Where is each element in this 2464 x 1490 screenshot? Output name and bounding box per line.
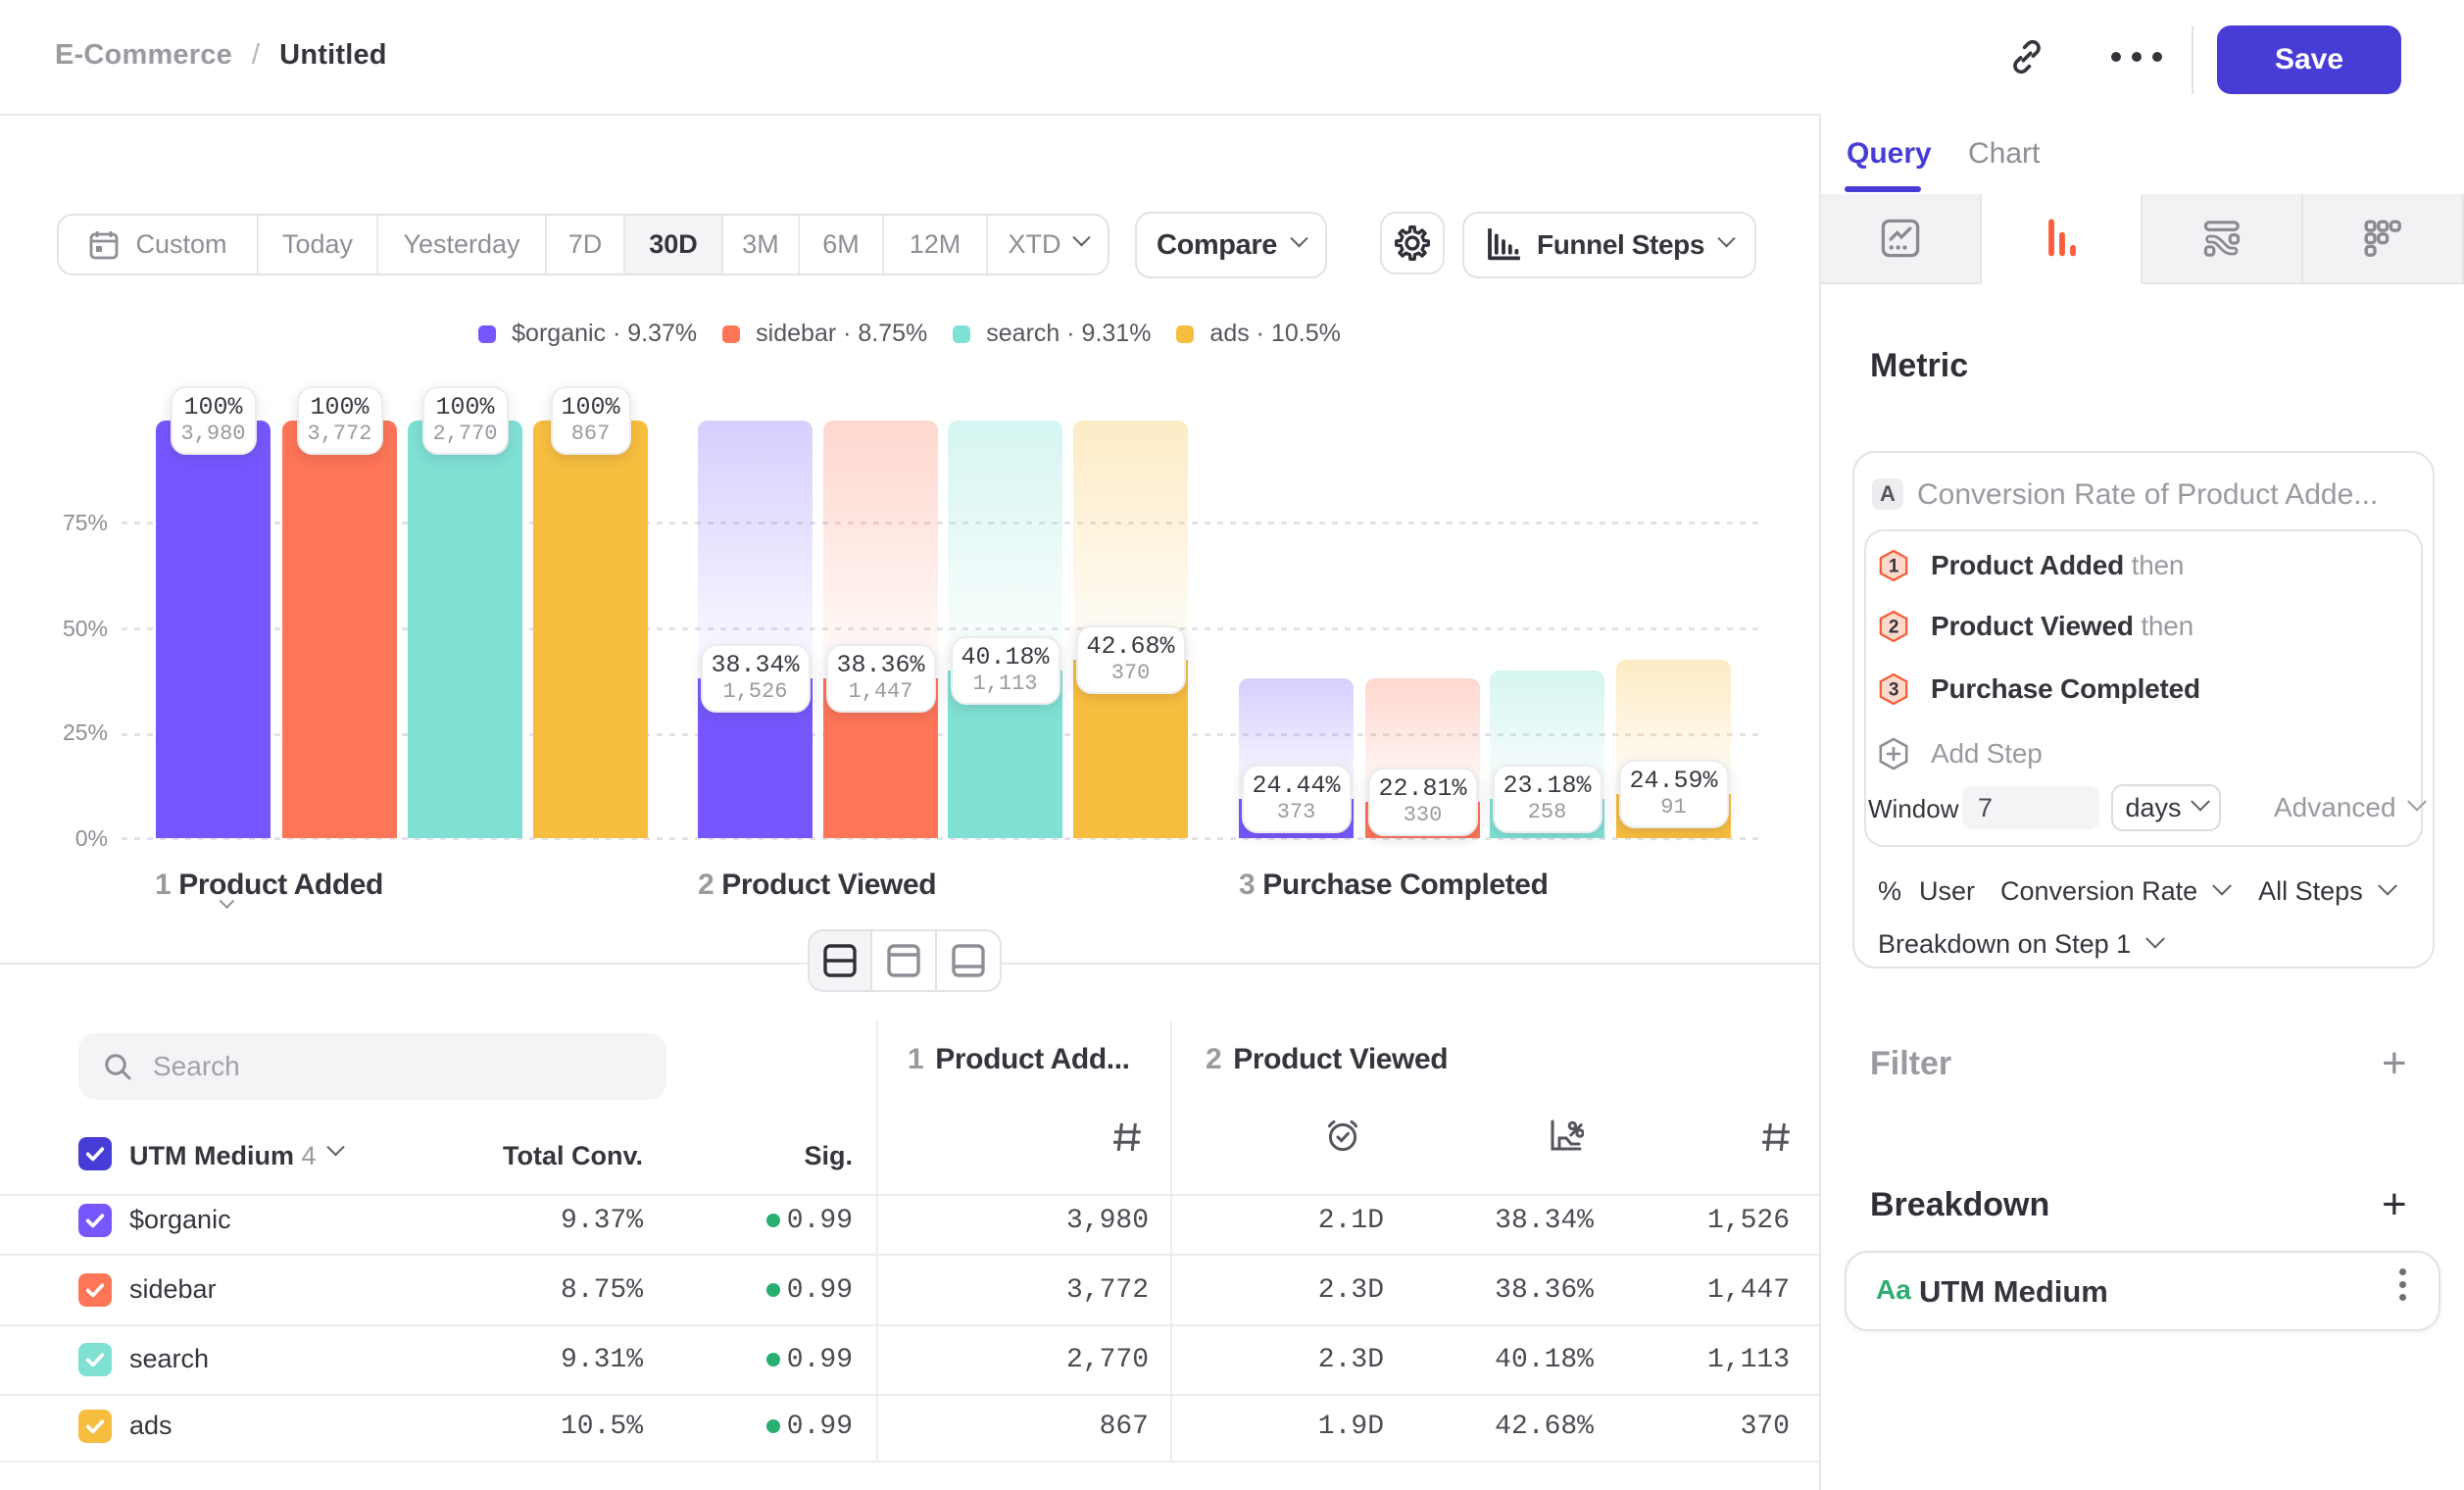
svg-text:2: 2 (1889, 618, 1898, 638)
svg-text:3: 3 (1889, 680, 1898, 701)
svg-text:1: 1 (1889, 557, 1899, 577)
